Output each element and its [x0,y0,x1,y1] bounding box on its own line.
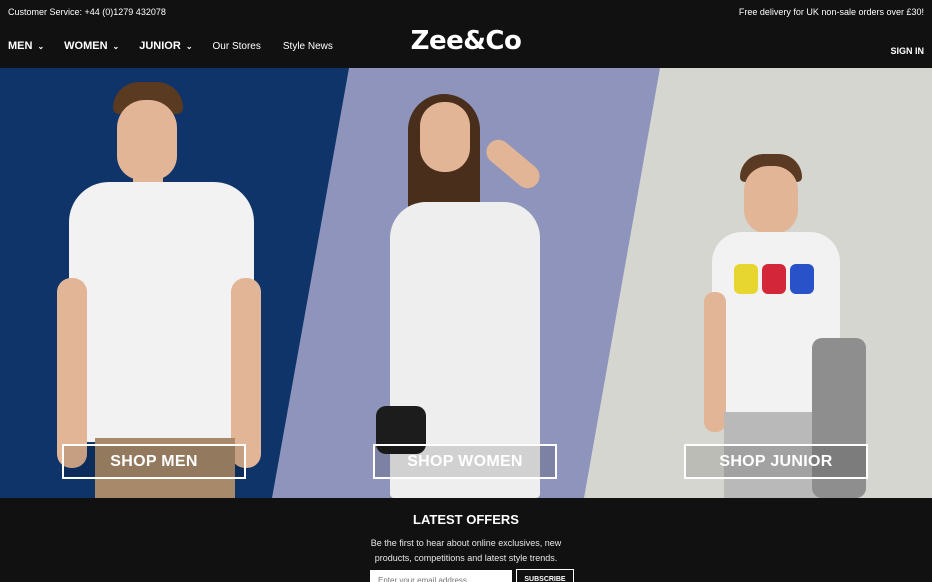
main-header: MEN ⌄ WOMEN ⌄ JUNIOR ⌄ Our Stores Style … [0,24,932,68]
shop-men-button[interactable]: SHOP MEN [62,444,246,479]
offers-description: Be the first to hear about online exclus… [370,538,562,563]
sign-in-link[interactable]: SIGN IN [890,46,924,56]
latest-offers-section: LATEST OFFERS Be the first to hear about… [0,498,932,582]
email-field[interactable] [370,570,512,582]
top-utility-bar: Customer Service: +44 (0)1279 432078 Fre… [0,0,932,24]
offers-title: LATEST OFFERS [413,512,519,527]
shop-junior-button[interactable]: SHOP JUNIOR [684,444,868,479]
customer-service-text: Customer Service: +44 (0)1279 432078 [8,7,166,17]
free-delivery-text: Free delivery for UK non-sale orders ove… [738,7,924,17]
model-man-image [55,78,270,498]
subscribe-button[interactable]: SUBSCRIBE [516,569,574,582]
brand-logo[interactable]: Zee&Co [0,26,932,56]
shop-women-button[interactable]: SHOP WOMEN [373,444,557,479]
page: Customer Service: +44 (0)1279 432078 Fre… [0,0,932,582]
hero-banner: SHOP MEN SHOP WOMEN SHOP JUNIOR [0,68,932,498]
model-woman-image [372,92,552,498]
